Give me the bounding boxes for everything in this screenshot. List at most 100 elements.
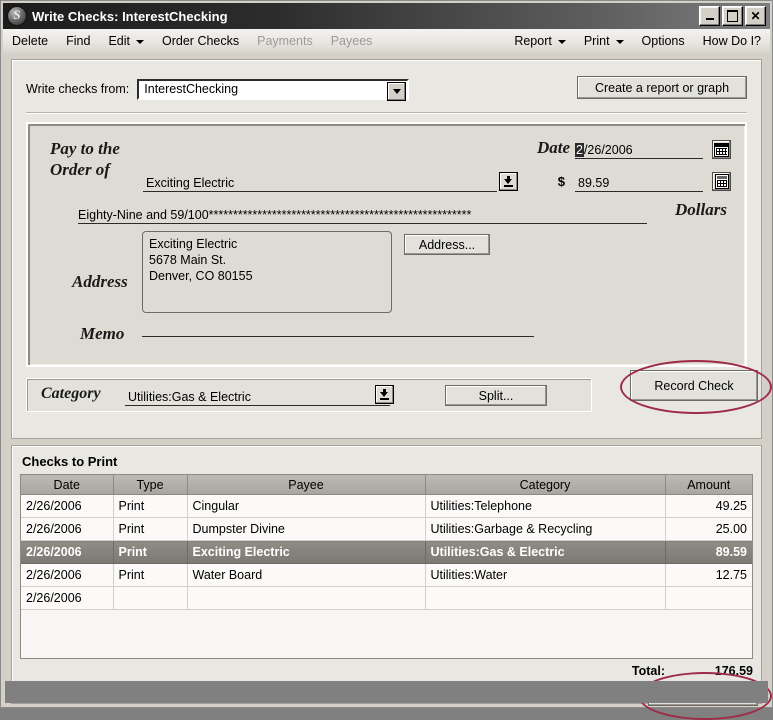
menu-edit-label: Edit	[108, 34, 131, 48]
cell-amount: 89.59	[665, 540, 752, 564]
chevron-down-icon	[557, 40, 566, 44]
menu-print[interactable]: Print	[575, 32, 633, 50]
date-label: Date	[536, 138, 570, 157]
column-header-type[interactable]: Type	[113, 475, 188, 495]
cell-category: Utilities:Water	[425, 563, 666, 587]
pay-to-line-1: Pay to the	[50, 139, 120, 158]
pay-to-line-2: Order of	[50, 160, 110, 179]
checks-to-print-panel: Checks to Print Date Type Payee Category…	[11, 445, 772, 720]
cell-date: 2/26/2006	[21, 586, 114, 610]
cell-date: 2/26/2006	[21, 540, 114, 564]
category-dropdown-button[interactable]	[375, 385, 394, 404]
payee-dropdown-button[interactable]	[499, 172, 518, 191]
column-header-date[interactable]: Date	[21, 475, 114, 495]
account-combobox-arrow[interactable]	[387, 81, 407, 101]
dollars-label: Dollars	[675, 200, 727, 219]
menu-find[interactable]: Find	[57, 32, 99, 50]
address-textarea[interactable]: Exciting Electric 5678 Main St. Denver, …	[142, 231, 392, 313]
menu-how-do-i[interactable]: How Do I?	[694, 32, 770, 50]
client-area: Write checks from: InterestChecking Crea…	[3, 53, 772, 720]
column-header-payee[interactable]: Payee	[187, 475, 426, 495]
cell-date: 2/26/2006	[21, 563, 114, 587]
minimize-button[interactable]	[699, 6, 720, 26]
chevron-down-icon	[615, 40, 624, 44]
amount-in-words: Eighty-Nine and 59/100******************…	[78, 202, 647, 224]
address-button[interactable]: Address...	[404, 234, 490, 255]
cell-amount: 49.25	[665, 494, 752, 518]
menu-order-checks-label: Order Checks	[162, 34, 240, 48]
chevron-down-icon	[136, 40, 145, 44]
write-checks-window: Write Checks: InterestChecking ✕ Delete …	[0, 0, 773, 720]
account-combobox[interactable]: InterestChecking	[137, 78, 410, 101]
check-face: Pay to the Order of Date 2/26/2006 Excit…	[26, 122, 747, 367]
cell-type	[113, 586, 188, 610]
date-input[interactable]: 2/26/2006	[575, 140, 703, 159]
memo-label: Memo	[80, 324, 125, 343]
quicken-swirl-icon	[7, 6, 27, 26]
cell-payee: Dumpster Divine	[187, 517, 426, 541]
dollar-sign-label: $	[557, 174, 565, 189]
category-input[interactable]: Utilities:Gas & Electric	[125, 387, 390, 406]
cell-category: Utilities:Garbage & Recycling	[425, 517, 666, 541]
cell-date: 2/26/2006	[21, 494, 114, 518]
cell-amount: 25.00	[665, 517, 752, 541]
table-row[interactable]: 2/26/2006	[21, 586, 752, 610]
status-bar	[5, 681, 768, 703]
calendar-icon-button[interactable]	[712, 140, 731, 159]
menu-report-label: Report	[514, 34, 552, 48]
menu-payees: Payees	[322, 32, 382, 50]
account-selector-row: Write checks from: InterestChecking Crea…	[26, 76, 747, 102]
cell-payee: Cingular	[187, 494, 426, 518]
amount-input[interactable]: 89.59	[575, 172, 703, 192]
date-remainder: /26/2006	[583, 143, 633, 157]
menu-delete[interactable]: Delete	[3, 32, 57, 50]
cell-type: Print	[113, 563, 188, 587]
column-header-category[interactable]: Category	[425, 475, 666, 495]
cell-payee: Exciting Electric	[187, 540, 426, 564]
calendar-icon	[714, 142, 729, 157]
address-label: Address	[72, 272, 128, 291]
close-button[interactable]: ✕	[745, 6, 766, 26]
menu-options-label: Options	[641, 34, 685, 48]
payee-input[interactable]: Exciting Electric	[143, 172, 518, 192]
menu-options[interactable]: Options	[633, 32, 694, 50]
total-label: Total:	[631, 664, 665, 678]
cell-payee	[187, 586, 426, 610]
table-row[interactable]: 2/26/2006 Print Water Board Utilities:Wa…	[21, 563, 752, 587]
payee-value: Exciting Electric	[146, 176, 235, 190]
table-row[interactable]: 2/26/2006 Print Dumpster Divine Utilitie…	[21, 517, 752, 541]
checks-table: Date Type Payee Category Amount 2/26/200…	[21, 475, 752, 610]
menu-how-do-i-label: How Do I?	[702, 34, 761, 48]
account-combobox-value: InterestChecking	[144, 82, 239, 96]
create-report-or-graph-button[interactable]: Create a report or graph	[577, 76, 747, 99]
checks-to-print-grid[interactable]: Date Type Payee Category Amount 2/26/200…	[20, 474, 753, 659]
table-row[interactable]: 2/26/2006 Print Cingular Utilities:Telep…	[21, 494, 752, 518]
menu-order-checks[interactable]: Order Checks	[153, 32, 248, 50]
date-selected-digit: 2	[575, 143, 584, 157]
column-header-amount[interactable]: Amount	[665, 475, 752, 495]
calculator-icon-button[interactable]	[712, 172, 731, 191]
cell-category	[425, 586, 666, 610]
menu-edit[interactable]: Edit	[99, 32, 153, 50]
category-value: Utilities:Gas & Electric	[128, 390, 251, 404]
total-row: Total: 176.59	[453, 662, 753, 680]
title-bar: Write Checks: InterestChecking ✕	[3, 3, 770, 29]
menu-delete-label: Delete	[12, 34, 49, 48]
window-controls: ✕	[699, 6, 766, 26]
total-value: 176.59	[714, 664, 753, 678]
window-title: Write Checks: InterestChecking	[32, 8, 228, 24]
menu-print-label: Print	[583, 34, 610, 48]
record-check-button[interactable]: Record Check	[630, 370, 758, 401]
cell-payee: Water Board	[187, 563, 426, 587]
write-check-panel: Write checks from: InterestChecking Crea…	[11, 59, 772, 439]
cell-type: Print	[113, 494, 188, 518]
dropdown-arrow-icon	[503, 176, 514, 187]
category-label: Category	[41, 385, 101, 402]
menu-report[interactable]: Report	[505, 32, 575, 50]
split-button[interactable]: Split...	[445, 385, 547, 406]
memo-input[interactable]	[142, 336, 534, 337]
maximize-button[interactable]	[722, 6, 743, 26]
menu-payments-label: Payments	[257, 34, 313, 48]
cell-type: Print	[113, 517, 188, 541]
table-row-selected[interactable]: 2/26/2006 Print Exciting Electric Utilit…	[21, 540, 752, 564]
